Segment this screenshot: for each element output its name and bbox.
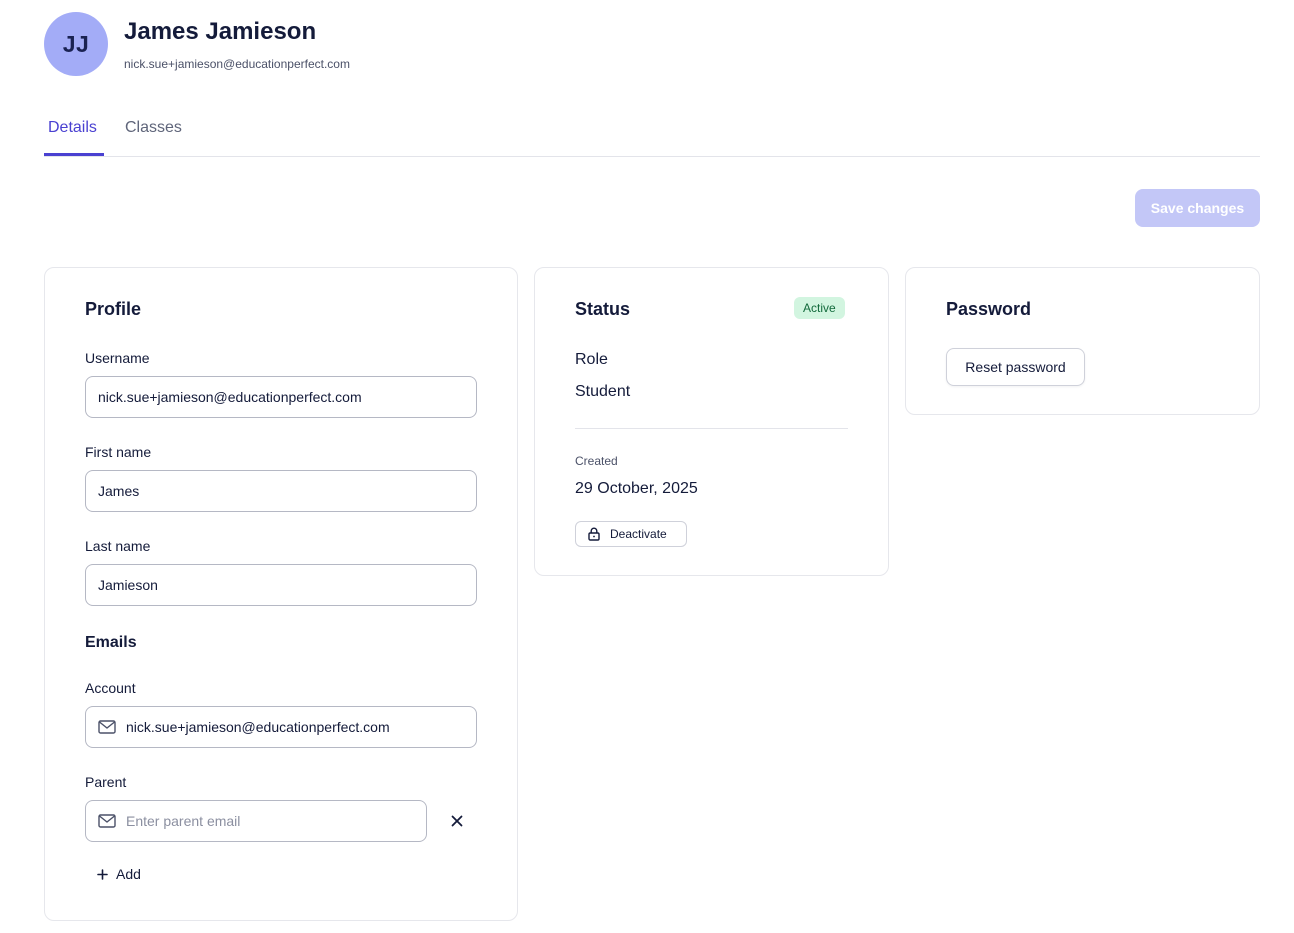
last-name-label: Last name	[85, 538, 151, 554]
divider	[575, 428, 848, 429]
reset-password-button[interactable]: Reset password	[946, 348, 1085, 386]
close-icon	[451, 815, 463, 827]
username-input[interactable]	[85, 376, 477, 418]
created-label: Created	[575, 454, 618, 468]
parent-email-input[interactable]	[85, 800, 427, 842]
mail-icon	[98, 720, 116, 734]
lock-icon	[588, 527, 600, 541]
status-title: Status	[575, 299, 631, 319]
save-changes-button[interactable]: Save changes	[1135, 189, 1260, 227]
remove-parent-email-button[interactable]	[445, 809, 469, 833]
created-value: 29 October, 2025	[575, 480, 698, 497]
avatar-initials: JJ	[62, 30, 90, 57]
role-value: Student	[575, 383, 631, 400]
password-title: Password	[946, 299, 1032, 319]
deactivate-label: Deactivate	[610, 527, 667, 541]
avatar: JJ	[44, 12, 108, 76]
tab-classes[interactable]: Classes	[125, 108, 182, 156]
add-parent-email-button[interactable]: Add	[97, 862, 141, 886]
role-label: Role	[575, 351, 608, 368]
password-card: Password Reset password	[905, 267, 1260, 415]
deactivate-button[interactable]: Deactivate	[575, 521, 687, 547]
account-email-input[interactable]	[85, 706, 477, 748]
last-name-input[interactable]	[85, 564, 477, 606]
profile-card: Profile Username First name Last name Em…	[44, 267, 518, 921]
status-badge: Active	[794, 297, 845, 319]
status-card: Status Active Role Student Created 29 Oc…	[534, 267, 889, 576]
add-label: Add	[116, 866, 141, 882]
profile-title: Profile	[85, 299, 142, 319]
username-label: Username	[85, 350, 150, 366]
plus-icon	[97, 868, 108, 880]
user-email: nick.sue+jamieson@educationperfect.com	[124, 57, 350, 71]
user-details-page: JJ James Jamieson nick.sue+jamieson@educ…	[0, 0, 1294, 933]
mail-icon	[98, 814, 116, 828]
page-title: James Jamieson	[124, 18, 317, 45]
first-name-label: First name	[85, 444, 152, 460]
emails-section-title: Emails	[85, 634, 137, 651]
tab-bar: Details Classes	[44, 108, 1260, 157]
tab-details[interactable]: Details	[44, 108, 104, 156]
parent-email-label: Parent	[85, 774, 127, 790]
account-email-label: Account	[85, 680, 136, 696]
first-name-input[interactable]	[85, 470, 477, 512]
